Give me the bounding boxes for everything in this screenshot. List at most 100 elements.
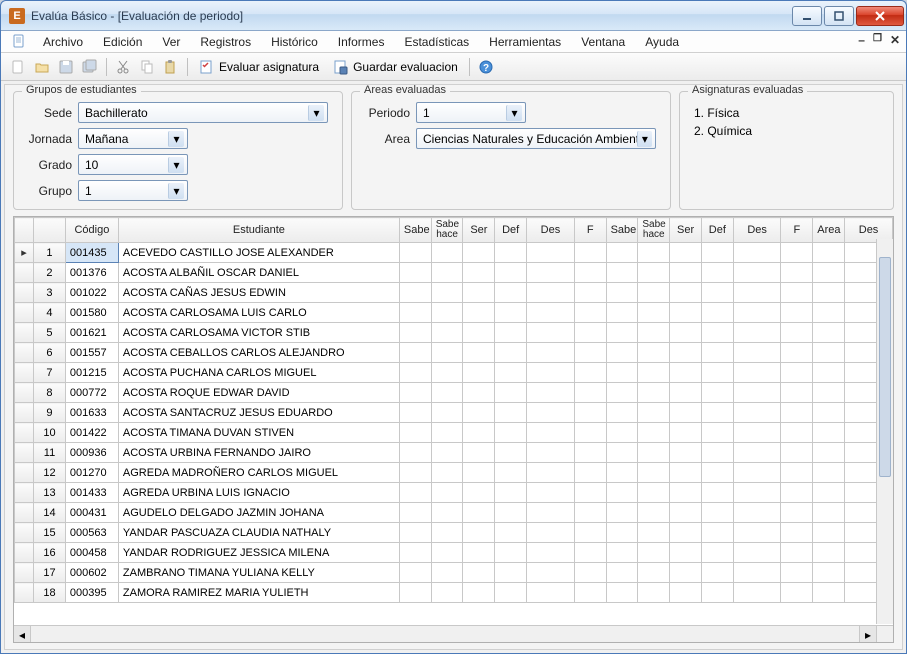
column-header[interactable]: Ser <box>463 218 495 243</box>
cell-grade[interactable] <box>781 243 813 263</box>
cell-grade[interactable] <box>638 303 670 323</box>
cell-grade[interactable] <box>781 523 813 543</box>
cell-grade[interactable] <box>733 363 781 383</box>
table-row[interactable]: 5001621ACOSTA CARLOSAMA VICTOR STIB <box>15 323 893 343</box>
cell-grade[interactable] <box>670 523 702 543</box>
cell-grade[interactable] <box>781 323 813 343</box>
cell-grade[interactable] <box>574 543 606 563</box>
cell-grade[interactable] <box>399 503 431 523</box>
cell-estudiante[interactable]: AGREDA URBINA LUIS IGNACIO <box>118 483 399 503</box>
cell-grade[interactable] <box>431 443 463 463</box>
menu-edicion[interactable]: Edición <box>93 33 152 51</box>
cell-grade[interactable] <box>781 583 813 603</box>
cell-estudiante[interactable]: ACOSTA ALBAÑIL OSCAR DANIEL <box>118 263 399 283</box>
cell-grade[interactable] <box>431 243 463 263</box>
cell-grade[interactable] <box>701 383 733 403</box>
column-header[interactable]: Código <box>65 218 118 243</box>
cell-grade[interactable] <box>574 343 606 363</box>
cell-grade[interactable] <box>638 423 670 443</box>
cell-grade[interactable] <box>813 403 845 423</box>
table-row[interactable]: 14000431AGUDELO DELGADO JAZMIN JOHANA <box>15 503 893 523</box>
cell-grade[interactable] <box>606 423 638 443</box>
cell-codigo[interactable]: 001215 <box>65 363 118 383</box>
cell-grade[interactable] <box>670 503 702 523</box>
column-header[interactable]: F <box>574 218 606 243</box>
cell-grade[interactable] <box>495 403 527 423</box>
cell-grade[interactable] <box>606 463 638 483</box>
column-header[interactable]: Sabe hace <box>638 218 670 243</box>
cell-grade[interactable] <box>399 303 431 323</box>
cell-grade[interactable] <box>431 263 463 283</box>
menu-historico[interactable]: Histórico <box>261 33 328 51</box>
cell-codigo[interactable]: 001433 <box>65 483 118 503</box>
column-header[interactable] <box>34 218 66 243</box>
cell-estudiante[interactable]: ACOSTA URBINA FERNANDO JAIRO <box>118 443 399 463</box>
menu-informes[interactable]: Informes <box>328 33 395 51</box>
cell-grade[interactable] <box>431 343 463 363</box>
cell-grade[interactable] <box>701 403 733 423</box>
grupo-combo[interactable]: 1 ▾ <box>78 180 188 201</box>
cell-grade[interactable] <box>606 363 638 383</box>
cell-codigo[interactable]: 000431 <box>65 503 118 523</box>
cell-grade[interactable] <box>463 443 495 463</box>
cell-grade[interactable] <box>733 463 781 483</box>
cell-grade[interactable] <box>701 563 733 583</box>
cell-grade[interactable] <box>733 443 781 463</box>
cell-grade[interactable] <box>463 483 495 503</box>
menu-ver[interactable]: Ver <box>152 33 190 51</box>
cell-grade[interactable] <box>495 583 527 603</box>
cell-codigo[interactable]: 001435 <box>65 243 118 263</box>
column-header[interactable]: Def <box>701 218 733 243</box>
area-combo[interactable]: Ciencias Naturales y Educación Ambiental… <box>416 128 656 149</box>
cell-grade[interactable] <box>670 283 702 303</box>
cell-grade[interactable] <box>399 423 431 443</box>
cell-grade[interactable] <box>606 563 638 583</box>
cell-estudiante[interactable]: ACOSTA ROQUE EDWAR DAVID <box>118 383 399 403</box>
cell-grade[interactable] <box>495 323 527 343</box>
table-row[interactable]: 13001433AGREDA URBINA LUIS IGNACIO <box>15 483 893 503</box>
maximize-button[interactable] <box>824 6 854 26</box>
cell-grade[interactable] <box>527 323 575 343</box>
cell-grade[interactable] <box>606 283 638 303</box>
cell-grade[interactable] <box>813 283 845 303</box>
cell-grade[interactable] <box>733 383 781 403</box>
cell-grade[interactable] <box>431 423 463 443</box>
table-row[interactable]: 3001022ACOSTA CAÑAS JESUS EDWIN <box>15 283 893 303</box>
cell-codigo[interactable]: 001376 <box>65 263 118 283</box>
cell-grade[interactable] <box>781 563 813 583</box>
cell-grade[interactable] <box>733 243 781 263</box>
cell-grade[interactable] <box>638 583 670 603</box>
cell-grade[interactable] <box>463 563 495 583</box>
cell-grade[interactable] <box>781 503 813 523</box>
cell-grade[interactable] <box>574 503 606 523</box>
grado-combo[interactable]: 10 ▾ <box>78 154 188 175</box>
cell-grade[interactable] <box>638 283 670 303</box>
cell-grade[interactable] <box>670 583 702 603</box>
column-header[interactable]: Des <box>527 218 575 243</box>
mdi-minimize-button[interactable]: – <box>858 33 865 47</box>
cell-grade[interactable] <box>527 523 575 543</box>
cell-grade[interactable] <box>495 523 527 543</box>
cell-grade[interactable] <box>606 343 638 363</box>
cell-grade[interactable] <box>431 323 463 343</box>
cell-grade[interactable] <box>733 303 781 323</box>
cell-grade[interactable] <box>638 323 670 343</box>
cell-grade[interactable] <box>813 423 845 443</box>
column-header[interactable]: F <box>781 218 813 243</box>
cell-grade[interactable] <box>670 303 702 323</box>
column-header[interactable]: Sabe <box>399 218 431 243</box>
cell-grade[interactable] <box>733 483 781 503</box>
cell-grade[interactable] <box>527 243 575 263</box>
cell-grade[interactable] <box>781 363 813 383</box>
cell-grade[interactable] <box>399 443 431 463</box>
menu-ayuda[interactable]: Ayuda <box>635 33 689 51</box>
cell-grade[interactable] <box>606 323 638 343</box>
cell-grade[interactable] <box>606 443 638 463</box>
cell-grade[interactable] <box>574 583 606 603</box>
cell-grade[interactable] <box>463 243 495 263</box>
cell-grade[interactable] <box>813 363 845 383</box>
cell-grade[interactable] <box>495 443 527 463</box>
cell-codigo[interactable]: 000395 <box>65 583 118 603</box>
cell-grade[interactable] <box>701 363 733 383</box>
cell-estudiante[interactable]: ACEVEDO CASTILLO JOSE ALEXANDER <box>118 243 399 263</box>
